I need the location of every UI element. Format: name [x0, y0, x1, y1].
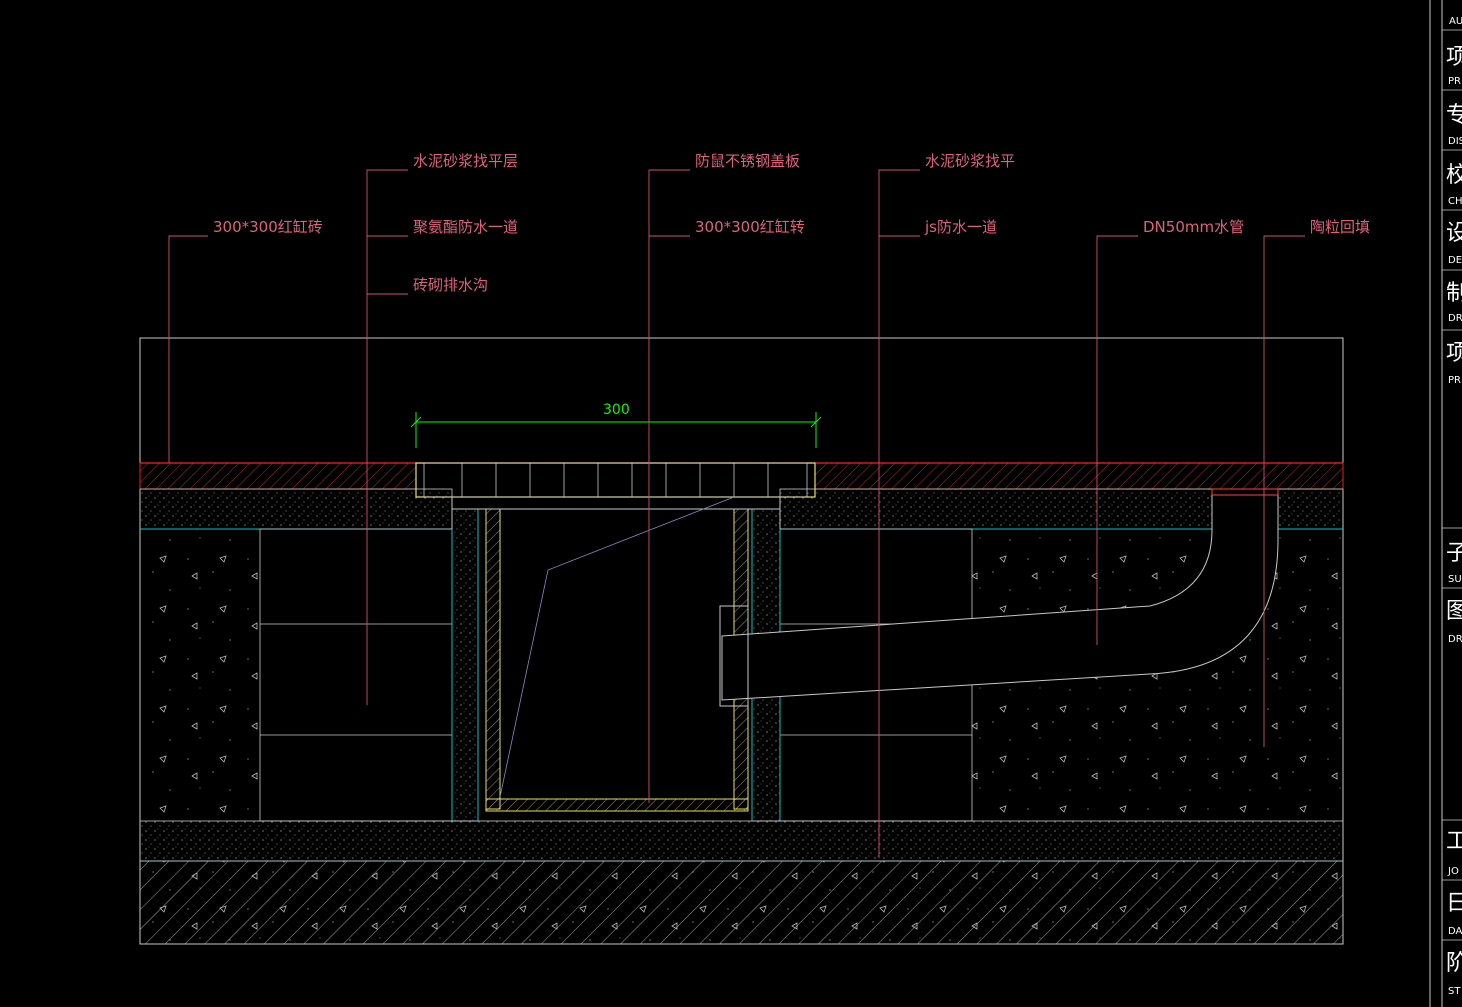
dimension-text: 300	[603, 402, 630, 418]
cover-support	[451, 496, 781, 510]
label-js-waterproof: js防水一道	[924, 218, 997, 236]
label-screed-right: 水泥砂浆找平	[925, 152, 1015, 170]
trench-plaster-left	[451, 508, 479, 822]
svg-text:DA: DA	[1448, 926, 1462, 937]
svg-text:项: 项	[1446, 341, 1462, 366]
svg-text:项: 项	[1446, 45, 1462, 70]
title-block: AU 项 PR 专 DIS 校 CH 设 DE 制 DR 项 PR 子 SU 图…	[1429, 0, 1462, 1007]
brick-wall-left	[259, 528, 453, 822]
label-ceramsite-fill: 陶粒回填	[1310, 218, 1370, 236]
label-red-tile-center: 300*300红缸转	[695, 218, 805, 236]
svg-text:设: 设	[1446, 221, 1462, 246]
svg-text:DIS: DIS	[1448, 136, 1462, 147]
svg-text:DE: DE	[1448, 255, 1462, 266]
svg-text:日: 日	[1446, 891, 1462, 916]
svg-text:制: 制	[1446, 281, 1462, 306]
cad-drawing: 300 水泥砂浆找平层 聚氨酯防水一道 砖砌排水沟 防鼠不锈钢盖板 300*30…	[139, 0, 1462, 1007]
trench-slope-line	[499, 496, 735, 798]
svg-text:CH: CH	[1448, 196, 1462, 207]
svg-text:PR: PR	[1448, 375, 1461, 386]
svg-text:DR: DR	[1448, 313, 1462, 324]
svg-text:子: 子	[1446, 541, 1462, 566]
svg-text:阶: 阶	[1446, 951, 1462, 976]
svg-text:AU: AU	[1449, 16, 1462, 27]
label-pu-waterproof: 聚氨酯防水一道	[413, 218, 518, 236]
base-screed	[139, 820, 1344, 862]
label-red-tile-left: 300*300红缸砖	[213, 218, 323, 236]
label-dn50-pipe: DN50mm水管	[1143, 218, 1244, 236]
svg-text:专: 专	[1446, 103, 1462, 128]
svg-text:工: 工	[1446, 829, 1462, 854]
svg-text:PR: PR	[1448, 76, 1461, 87]
label-brick-trench: 砖砌排水沟	[413, 276, 488, 294]
label-cover-plate: 防鼠不锈钢盖板	[695, 152, 800, 170]
label-screed-layer: 水泥砂浆找平层	[413, 152, 518, 170]
screed-layer-left	[139, 488, 453, 530]
tile-layer-left	[139, 462, 417, 490]
svg-text:SU: SU	[1448, 574, 1462, 585]
svg-text:DR: DR	[1448, 634, 1462, 645]
stainless-cover-plate	[415, 462, 816, 498]
svg-text:图: 图	[1446, 599, 1462, 624]
svg-text:校: 校	[1446, 163, 1462, 188]
backfill-left	[140, 529, 260, 821]
svg-text:JO: JO	[1447, 866, 1459, 877]
svg-text:ST: ST	[1448, 986, 1461, 997]
trench-liner	[485, 508, 749, 812]
